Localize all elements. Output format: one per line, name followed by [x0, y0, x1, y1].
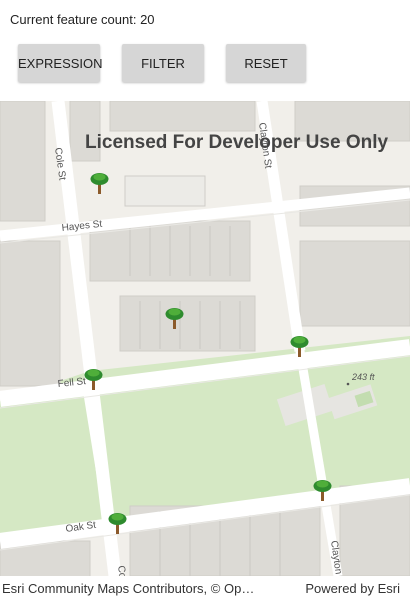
reset-button[interactable]: RESET: [226, 44, 306, 82]
attribution-bar: Esri Community Maps Contributors, © Op… …: [0, 576, 410, 600]
expression-button[interactable]: EXPRESSION: [18, 44, 103, 82]
street-label-co: Co: [115, 565, 128, 576]
tree-icon[interactable]: [164, 306, 184, 330]
basemap: Cole St Clayton St Hayes St Fell St Oak …: [0, 101, 410, 576]
filter-button[interactable]: FILTER: [122, 44, 204, 82]
tree-icon[interactable]: [107, 511, 127, 535]
tree-icon[interactable]: [312, 478, 332, 502]
elevation-label: 243 ft: [351, 372, 375, 382]
map-view[interactable]: Cole St Clayton St Hayes St Fell St Oak …: [0, 101, 410, 576]
tree-icon[interactable]: [83, 367, 103, 391]
tree-icon[interactable]: [89, 171, 109, 195]
attribution-text[interactable]: Esri Community Maps Contributors, © Op…: [2, 581, 254, 596]
license-watermark: Licensed For Developer Use Only: [85, 132, 389, 153]
feature-count-label: Current feature count: 20: [10, 12, 155, 27]
tree-icon[interactable]: [289, 334, 309, 358]
powered-by-esri: Powered by Esri: [305, 581, 400, 596]
